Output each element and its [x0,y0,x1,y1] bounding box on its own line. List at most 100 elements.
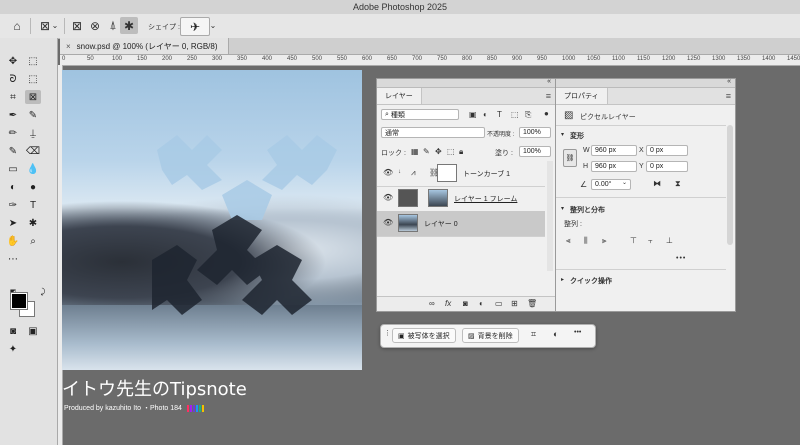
rect-frame-icon[interactable]: ⊠ [68,17,86,34]
more-align-button[interactable]: ••• [676,255,686,262]
stamp-tool-icon[interactable]: ⍊ [25,126,41,140]
tab-properties[interactable]: プロパティ [556,88,608,104]
eyedropper-icon[interactable]: ✒ [5,108,21,122]
chevron-right-icon[interactable]: ▸ [561,276,564,283]
type-filter-icon[interactable]: T [497,110,502,119]
select-subject-button[interactable]: ▣ 被写体を選択 [392,328,456,343]
remove-background-button[interactable]: ▨ 背景を削除 [462,328,519,343]
foreground-color-swatch[interactable] [10,292,28,310]
add-mask-icon[interactable]: ◙ [463,299,468,308]
object-select-icon[interactable]: ⬚ [25,72,41,86]
y-field[interactable]: 0 px [646,161,688,172]
layer-row-curves[interactable]: 👁︎ ↓ ⩘ ⛓︎ トーンカーブ 1 [377,161,545,187]
document-canvas[interactable] [62,70,362,370]
adjustment-filter-icon[interactable]: ◐ [483,110,488,119]
align-right-icon[interactable]: ⫸ [602,236,607,246]
filter-toggle-icon[interactable]: ● [544,109,549,118]
frame-tool-icon[interactable]: ⊠ [25,90,41,104]
chevron-down-icon[interactable]: ⌄ [622,179,627,186]
screen-mode-icon[interactable]: ▣ [25,324,41,338]
align-bottom-icon[interactable]: ⊥ [666,236,673,245]
hand-tool-icon[interactable]: ✋ [5,234,21,248]
generative-fill-icon[interactable]: ✦ [5,342,21,356]
dodge-tool-icon[interactable]: ◐ [5,180,21,194]
chevron-down-icon[interactable]: ⌄ [50,17,60,34]
panel-menu-icon[interactable]: ≡ [546,91,551,101]
opacity-field[interactable]: 100% [519,127,551,138]
lock-transparent-icon[interactable]: ▦ [411,147,419,156]
crop-transform-icon[interactable]: ⌗ [531,329,536,340]
fx-icon[interactable]: fx [445,299,451,308]
blur-tool-icon[interactable]: 💧 [25,162,41,176]
custom-shape-frame-icon[interactable]: ✱ [120,17,138,34]
chevron-down-icon[interactable]: ▾ [561,205,564,212]
shape-filter-icon[interactable]: ⬚ [511,110,519,119]
flip-vertical-icon[interactable]: ⧗ [675,179,681,189]
type-tool-icon[interactable]: T [25,198,41,212]
lasso-tool-icon[interactable]: ᘐ [5,72,21,86]
layers-scrollbar[interactable] [547,161,553,271]
custom-shape-tool-icon[interactable]: ✱ [25,216,41,230]
flip-horizontal-icon[interactable]: ⧓ [653,179,661,188]
layer-row-layer0[interactable]: 👁︎ レイヤー 0 [377,211,545,237]
align-left-icon[interactable]: ⫷ [566,236,571,246]
more-tools-icon[interactable]: ⋯ [5,252,21,266]
height-field[interactable]: 960 px [591,161,637,172]
panel-menu-icon[interactable]: ≡ [726,91,731,101]
smartobject-filter-icon[interactable]: ⎘ [525,110,531,120]
blend-mode-select[interactable]: 通常 [381,127,485,138]
pixel-filter-icon[interactable]: ▣ [469,110,477,119]
document-tab[interactable]: × snow.psd @ 100% (レイヤー 0, RGB/8) [60,38,229,54]
swap-colors-icon[interactable]: ⤸ [35,285,51,299]
adjustment-icon[interactable]: ◐ [553,329,558,339]
new-layer-icon[interactable]: ⊞ [511,299,518,308]
brush-tool-icon[interactable]: ✏ [5,126,21,140]
delete-layer-icon[interactable]: 🗑︎ [527,299,537,308]
path-select-icon[interactable]: ➤ [5,216,21,230]
ruler-mark: 700 [412,56,423,62]
gradient-tool-icon[interactable]: ▭ [5,162,21,176]
link-wh-icon[interactable]: ⛓︎ [563,149,577,167]
lock-all-icon[interactable]: 🔒︎ [459,147,463,157]
tab-layers[interactable]: レイヤー [377,88,422,104]
adjustment-layer-icon[interactable]: ◐ [479,299,484,308]
quick-mask-icon[interactable]: ◙ [5,324,21,338]
eraser-tool-icon[interactable]: ⌫ [25,144,41,158]
align-top-icon[interactable]: ⊤ [630,236,637,245]
home-icon[interactable]: ⌂ [8,17,26,34]
crop-tool-icon[interactable]: ⌗ [5,90,21,104]
chevron-down-icon[interactable]: ⌄ [208,17,218,34]
eye-icon[interactable]: 👁︎ [383,193,393,202]
align-hcenter-icon[interactable]: ⫼ [584,236,588,246]
x-field[interactable]: 0 px [646,145,688,156]
lock-position-icon[interactable]: ✥ [435,147,442,156]
link-layers-icon[interactable]: ∞ [429,299,435,308]
drag-handle-icon[interactable]: ⋮ [384,329,391,337]
layer-filter-select[interactable]: ⌕ 種類 [381,109,459,120]
history-brush-icon[interactable]: ✎ [5,144,21,158]
chevron-down-icon[interactable]: ▾ [561,131,564,138]
collapse-icon[interactable]: « [727,78,731,85]
eye-icon[interactable]: 👁︎ [383,218,393,227]
properties-scrollbar[interactable] [727,125,733,245]
close-tab-icon[interactable]: × [66,42,71,51]
move-tool-icon[interactable]: ✥ [5,54,21,68]
healing-brush-icon[interactable]: ✎ [25,108,41,122]
layer-row-frame[interactable]: 👁︎ レイヤー 1 フレーム [377,186,545,212]
shape-picker[interactable]: ✈ [180,17,210,36]
align-vcenter-icon[interactable]: ⫟ [648,236,653,246]
ruler-mark: 650 [387,56,398,62]
collapse-icon[interactable]: « [547,78,551,85]
new-group-icon[interactable]: ▭ [495,299,503,308]
width-field[interactable]: 960 px [591,145,637,156]
marquee-tool-icon[interactable]: ⬚ [25,54,41,68]
pen-tool-icon[interactable]: ✑ [5,198,21,212]
ellipse-frame-icon[interactable]: ⊗ [86,17,104,34]
sponge-tool-icon[interactable]: ● [25,180,41,194]
lock-pixels-icon[interactable]: ✎ [423,147,430,156]
more-options-button[interactable]: ••• [574,329,581,336]
fill-field[interactable]: 100% [519,146,551,157]
eye-icon[interactable]: 👁︎ [383,168,393,177]
zoom-tool-icon[interactable]: ⌕ [25,234,41,248]
lock-artboard-icon[interactable]: ⬚ [447,147,455,156]
